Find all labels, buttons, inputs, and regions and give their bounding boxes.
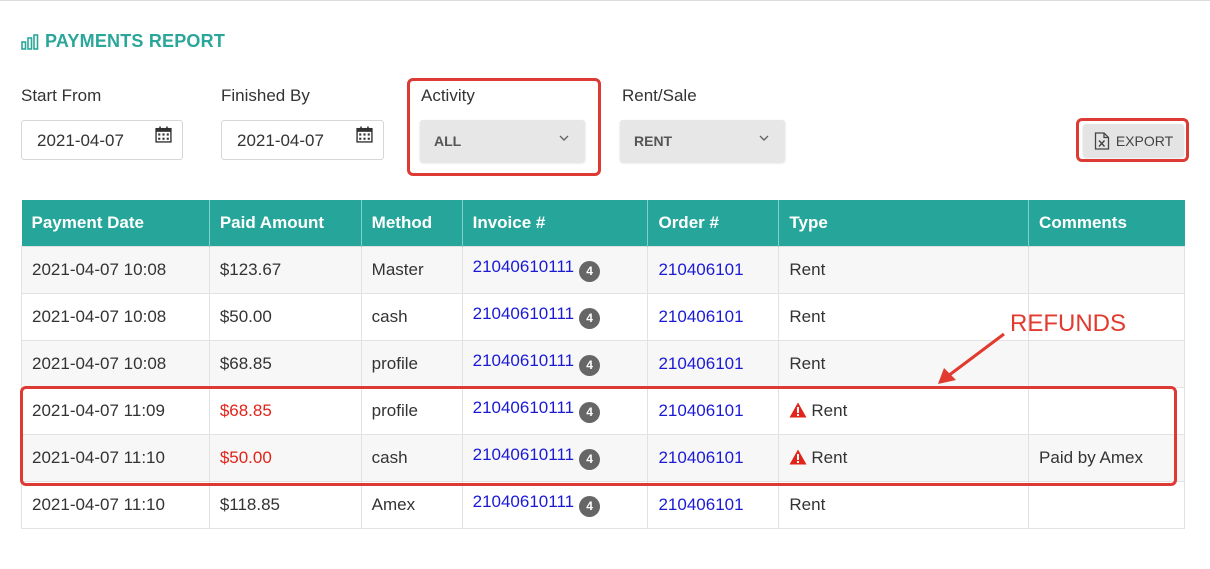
order-cell: 210406101 — [647, 292, 780, 341]
chevron-down-icon — [759, 135, 769, 141]
order-cell: 210406101 — [647, 480, 780, 529]
order-link[interactable]: 210406101 — [658, 354, 743, 373]
invoice-count-badge: 4 — [579, 496, 601, 517]
type-cell: Rent — [778, 245, 1030, 294]
invoice-cell: 21040610111 4 — [461, 339, 649, 388]
method-cell: cash — [360, 292, 463, 341]
column-header-paid-amount[interactable]: Paid Amount — [209, 200, 362, 246]
method-cell: Amex — [360, 480, 463, 529]
comments-cell — [1028, 480, 1185, 529]
rent-sale-label: Rent/Sale — [622, 86, 697, 105]
method-cell: Master — [360, 245, 463, 294]
rent-sale-selected-value: RENT — [634, 133, 673, 149]
calendar-icon[interactable] — [155, 126, 172, 143]
column-header-invoice[interactable]: Invoice # — [462, 200, 649, 246]
payment-date-cell: 2021-04-07 10:08 — [21, 245, 210, 294]
refunds-annotation: REFUNDS — [1010, 310, 1127, 337]
order-link[interactable]: 210406101 — [658, 260, 743, 279]
table-header-row: Payment Date Paid Amount Method Invoice … — [21, 200, 1185, 246]
paid-amount-cell: $68.85 — [208, 339, 362, 388]
top-divider — [0, 0, 1210, 1]
column-header-order[interactable]: Order # — [647, 200, 780, 246]
rent-sale-select[interactable]: RENT — [620, 120, 785, 162]
order-link[interactable]: 210406101 — [658, 307, 743, 326]
comments-cell — [1028, 339, 1185, 388]
invoice-count-badge: 4 — [579, 355, 601, 376]
invoice-link[interactable]: 21040610111 — [473, 304, 574, 323]
column-header-payment-date[interactable]: Payment Date — [21, 200, 210, 246]
table-row: 2021-04-07 10:08 $123.67 Master 21040610… — [21, 245, 1185, 294]
type-cell: Rent — [778, 480, 1030, 529]
invoice-cell: 21040610111 4 — [461, 292, 649, 341]
paid-amount-cell: $50.00 — [208, 292, 362, 341]
annotation-arrow-icon — [938, 332, 1005, 384]
order-cell: 210406101 — [647, 245, 780, 294]
payment-date-cell: 2021-04-07 11:10 — [21, 480, 210, 529]
invoice-link[interactable]: 21040610111 — [473, 351, 574, 370]
refunds-highlight-box — [20, 386, 1177, 486]
payment-date-cell: 2021-04-07 10:08 — [21, 292, 210, 341]
export-highlight-box — [1076, 118, 1189, 162]
page-title-text: PAYMENTS REPORT — [45, 31, 226, 51]
column-header-method[interactable]: Method — [361, 200, 463, 246]
finished-by-label: Finished By — [221, 86, 310, 105]
invoice-link[interactable]: 21040610111 — [473, 257, 574, 276]
invoice-cell: 21040610111 4 — [461, 245, 649, 294]
bar-chart-icon — [21, 33, 39, 50]
start-from-input[interactable]: 2021-04-07 — [21, 120, 183, 160]
invoice-count-badge: 4 — [579, 308, 601, 329]
paid-amount-cell: $118.85 — [208, 480, 362, 529]
column-header-comments[interactable]: Comments — [1028, 200, 1185, 246]
start-from-value: 2021-04-07 — [37, 131, 124, 150]
comments-cell — [1028, 245, 1185, 294]
order-link[interactable]: 210406101 — [658, 495, 743, 514]
invoice-count-badge: 4 — [579, 261, 601, 282]
start-from-label: Start From — [21, 86, 102, 105]
finished-by-input[interactable]: 2021-04-07 — [221, 120, 384, 160]
invoice-cell: 21040610111 4 — [461, 480, 649, 529]
page-title: PAYMENTS REPORT — [21, 31, 225, 52]
finished-by-value: 2021-04-07 — [237, 131, 324, 150]
table-row: 2021-04-07 10:08 $68.85 profile 21040610… — [21, 339, 1185, 388]
table-row: 2021-04-07 11:10 $118.85 Amex 2104061011… — [21, 480, 1185, 529]
activity-highlight-box — [407, 78, 601, 176]
column-header-type[interactable]: Type — [778, 200, 1030, 246]
calendar-icon[interactable] — [356, 126, 373, 143]
payment-date-cell: 2021-04-07 10:08 — [21, 339, 210, 388]
order-cell: 210406101 — [647, 339, 780, 388]
invoice-link[interactable]: 21040610111 — [473, 492, 574, 511]
method-cell: profile — [360, 339, 463, 388]
paid-amount-cell: $123.67 — [208, 245, 362, 294]
